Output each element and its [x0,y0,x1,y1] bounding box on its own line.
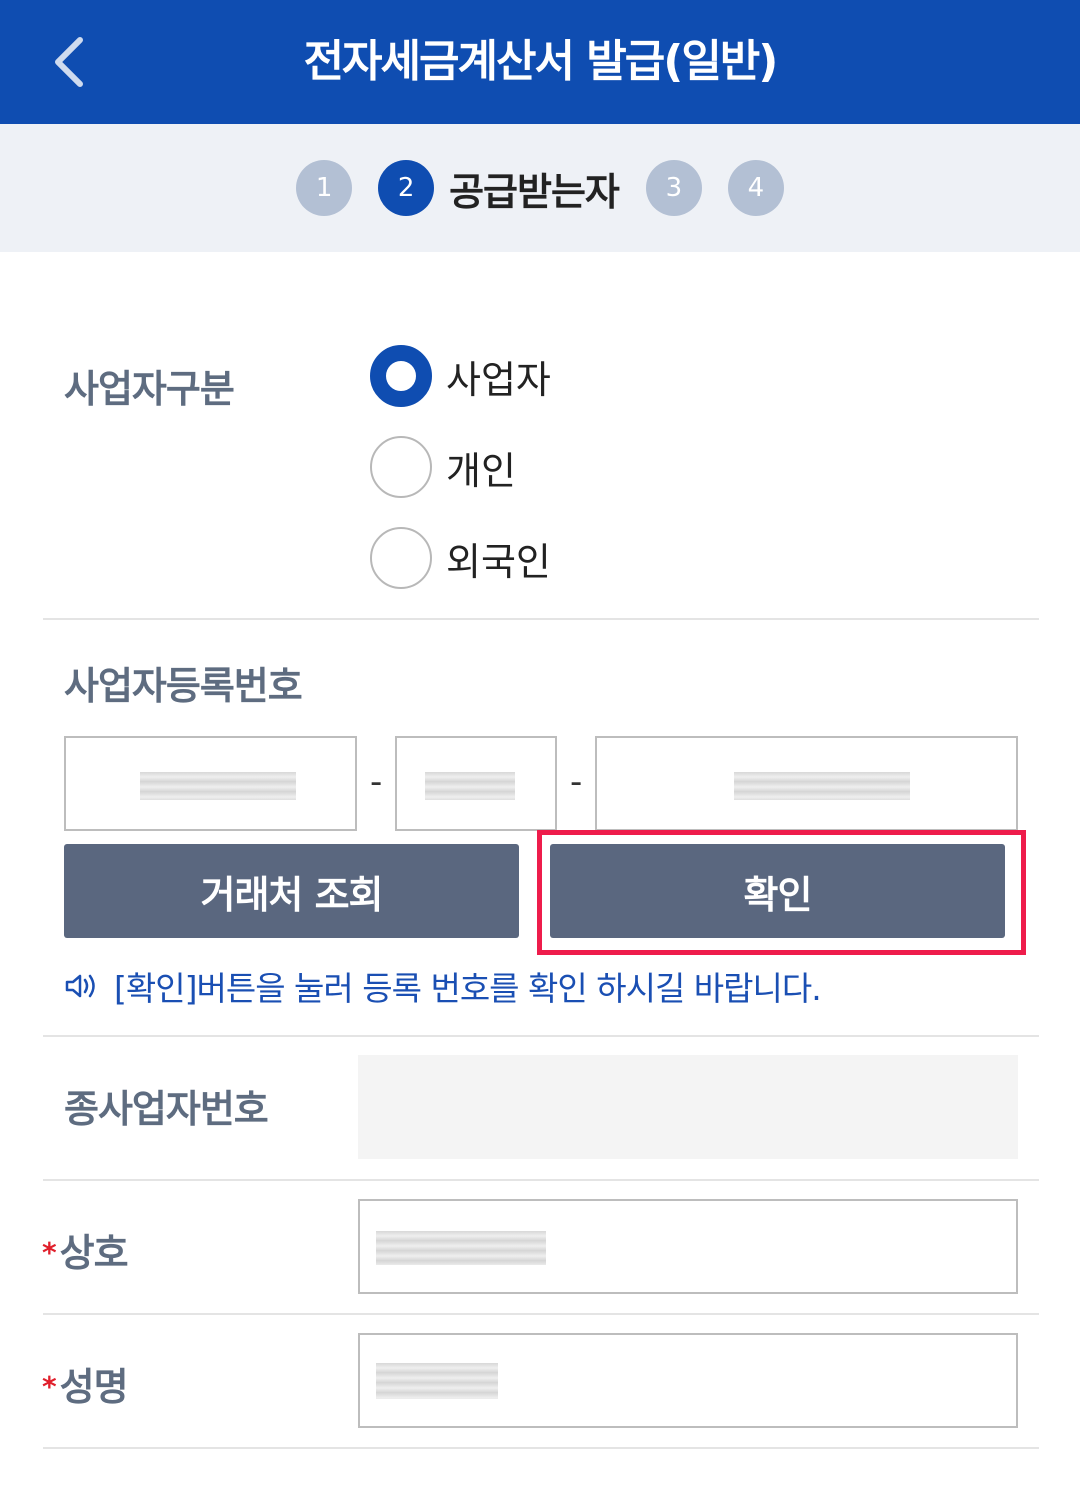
name-input[interactable] [358,1333,1018,1428]
sub-business-field [358,1055,1018,1159]
masked-value [425,772,515,800]
radio-individual[interactable]: 개인 [370,436,516,498]
reg-number-input-1[interactable] [64,736,357,831]
company-input[interactable] [358,1199,1018,1294]
confirm-highlight-box [537,830,1026,955]
radio-individual-label: 개인 [446,448,516,493]
reg-number-label: 사업자등록번호 [64,664,303,708]
name-label: * 성명 [42,1356,129,1411]
notice-text: [확인]버튼을 눌러 등록 번호를 확인 하시길 바랍니다. [114,969,822,1008]
separator: - [370,762,383,802]
masked-value [734,772,910,800]
section-divider [43,1313,1039,1315]
separator: - [570,762,583,802]
company-label-text: 상호 [59,1231,129,1275]
name-label-text: 성명 [59,1365,129,1409]
step-2-label: 공급받는자 [449,169,620,214]
step-2-active: 2 [378,160,435,216]
radio-unchecked-icon[interactable] [370,436,432,498]
reg-number-input-2[interactable] [395,736,557,831]
company-label: * 상호 [42,1222,129,1277]
masked-value [376,1363,498,1399]
sub-business-label: 종사업자번호 [64,1087,269,1131]
step-4: 4 [727,160,784,216]
reg-number-input-3[interactable] [595,736,1018,831]
app-header: 전자세금계산서 발급(일반) [0,0,1080,124]
notice-message: [확인]버튼을 눌러 등록 번호를 확인 하시길 바랍니다. [64,962,822,1010]
step-indicator: 1 2 공급받는자 3 4 [0,124,1080,252]
radio-business-label: 사업자 [446,357,551,402]
required-mark: * [42,1236,57,1269]
section-divider [43,1447,1039,1449]
masked-value [376,1231,546,1265]
speaker-icon [65,974,95,998]
masked-value [140,772,296,800]
required-mark: * [42,1370,57,1403]
section-divider [43,618,1039,620]
radio-checked-icon[interactable] [370,345,432,407]
step-3: 3 [645,160,702,216]
section-divider [43,1179,1039,1181]
radio-foreigner-label: 외국인 [446,539,551,584]
section-divider [43,1035,1039,1037]
radio-foreigner[interactable]: 외국인 [370,527,551,589]
partner-search-button[interactable]: 거래처 조회 [64,844,519,938]
page-title: 전자세금계산서 발급(일반) [303,36,779,87]
step-1: 1 [296,160,353,216]
radio-business[interactable]: 사업자 [370,345,551,407]
back-button[interactable] [28,22,108,102]
radio-unchecked-icon[interactable] [370,527,432,589]
business-type-label: 사업자구분 [64,367,235,411]
chevron-left-icon [55,37,83,87]
